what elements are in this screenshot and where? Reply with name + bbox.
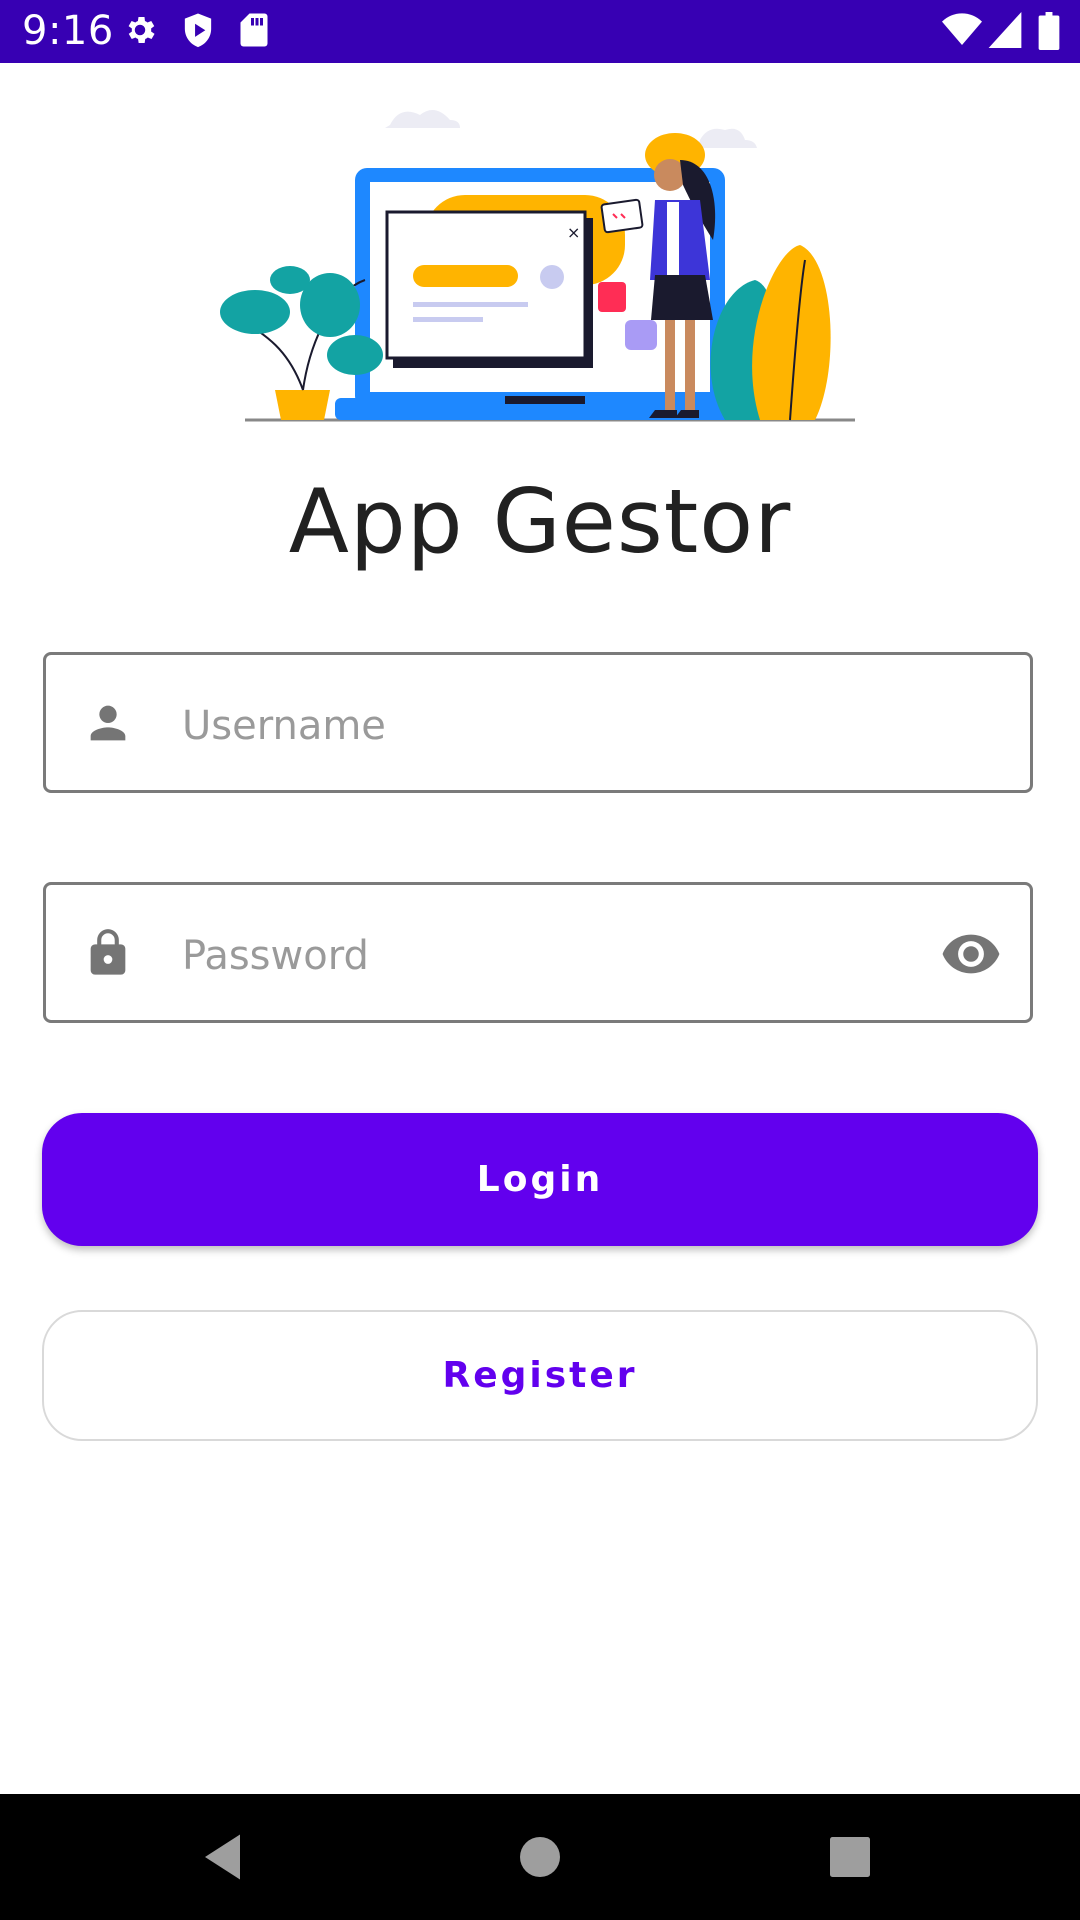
status-bar: 9:16: [0, 0, 1080, 63]
app-title: App Gestor: [288, 470, 792, 573]
navigation-bar: [0, 1794, 1080, 1920]
password-field[interactable]: [43, 882, 1033, 1023]
home-icon[interactable]: [510, 1827, 570, 1887]
status-time: 9:16: [22, 8, 114, 54]
register-button[interactable]: Register: [42, 1310, 1038, 1441]
login-button[interactable]: Login: [42, 1113, 1038, 1246]
login-illustration: ×: [215, 90, 865, 430]
username-input[interactable]: [180, 685, 944, 767]
svg-text:×: ×: [567, 223, 580, 242]
cell-signal-icon: [988, 12, 1022, 53]
battery-icon: [1038, 12, 1060, 55]
back-icon[interactable]: [195, 1827, 255, 1887]
username-field[interactable]: [43, 652, 1033, 793]
wifi-icon: [942, 12, 982, 53]
recents-icon[interactable]: [820, 1827, 880, 1887]
play-protect-icon: [180, 12, 216, 55]
sd-card-icon: [238, 12, 270, 53]
lock-icon: [82, 927, 134, 979]
person-icon: [82, 697, 134, 749]
eye-icon[interactable]: [940, 923, 1002, 985]
gear-icon: [122, 12, 158, 53]
password-input[interactable]: [180, 915, 944, 997]
